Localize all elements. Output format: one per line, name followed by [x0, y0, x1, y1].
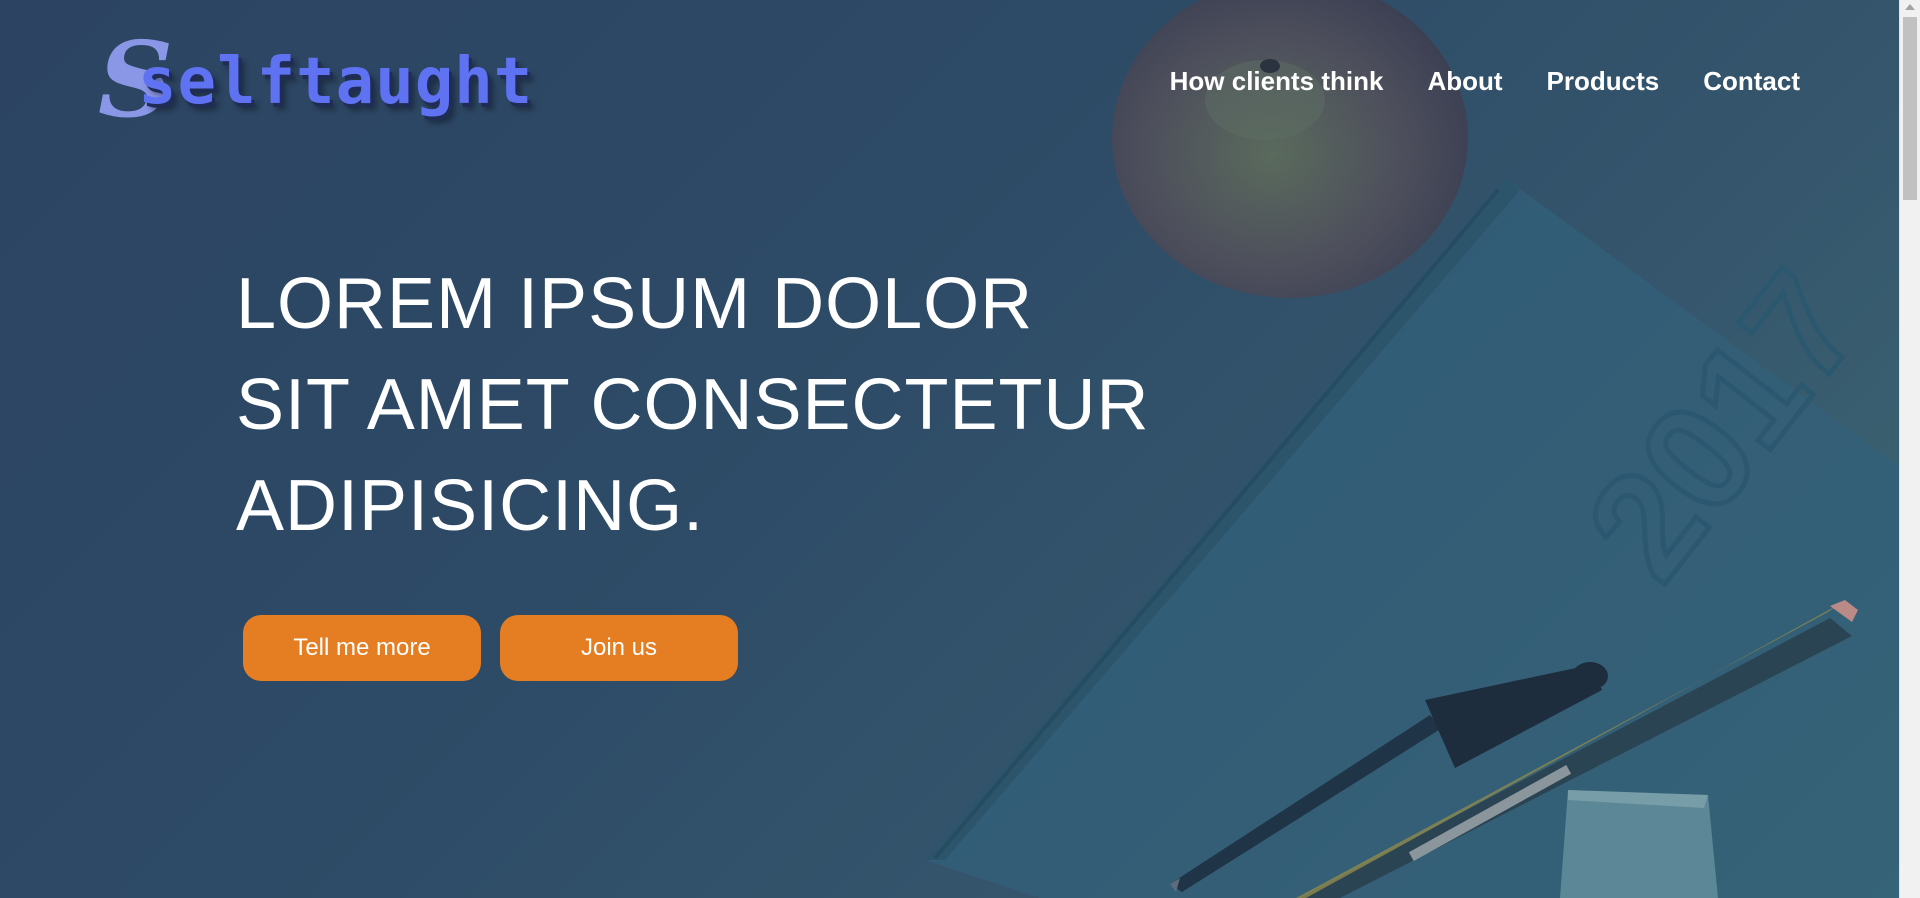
nav-link-about[interactable]: About	[1427, 66, 1502, 97]
nav-link-products[interactable]: Products	[1547, 66, 1660, 97]
site-logo[interactable]: S selftaught	[98, 28, 532, 132]
vertical-scrollbar[interactable]	[1899, 0, 1920, 898]
join-us-button[interactable]: Join us	[500, 615, 738, 681]
hero-heading-line-1: LOREM IPSUM DOLOR	[236, 264, 1034, 344]
scroll-up-arrow-icon[interactable]	[1905, 4, 1915, 10]
tell-me-more-button[interactable]: Tell me more	[243, 615, 481, 681]
main-navigation: How clients think About Products Contact	[1170, 66, 1800, 97]
nav-link-how-clients-think[interactable]: How clients think	[1170, 66, 1384, 97]
nav-link-contact[interactable]: Contact	[1703, 66, 1800, 97]
eraser-icon	[1560, 790, 1718, 898]
scrollbar-thumb[interactable]	[1903, 17, 1917, 200]
hero-heading: LOREM IPSUM DOLOR SIT AMET CONSECTETUR A…	[236, 254, 1286, 557]
hero-heading-line-2: SIT AMET CONSECTETUR	[236, 365, 1150, 445]
landing-page: 2017 S selftaught How clients think Abou…	[0, 0, 1920, 898]
logo-wordmark: selftaught	[138, 45, 534, 119]
hero-buttons: Tell me more Join us	[243, 615, 738, 681]
hero-heading-line-3: ADIPISICING.	[236, 466, 705, 546]
